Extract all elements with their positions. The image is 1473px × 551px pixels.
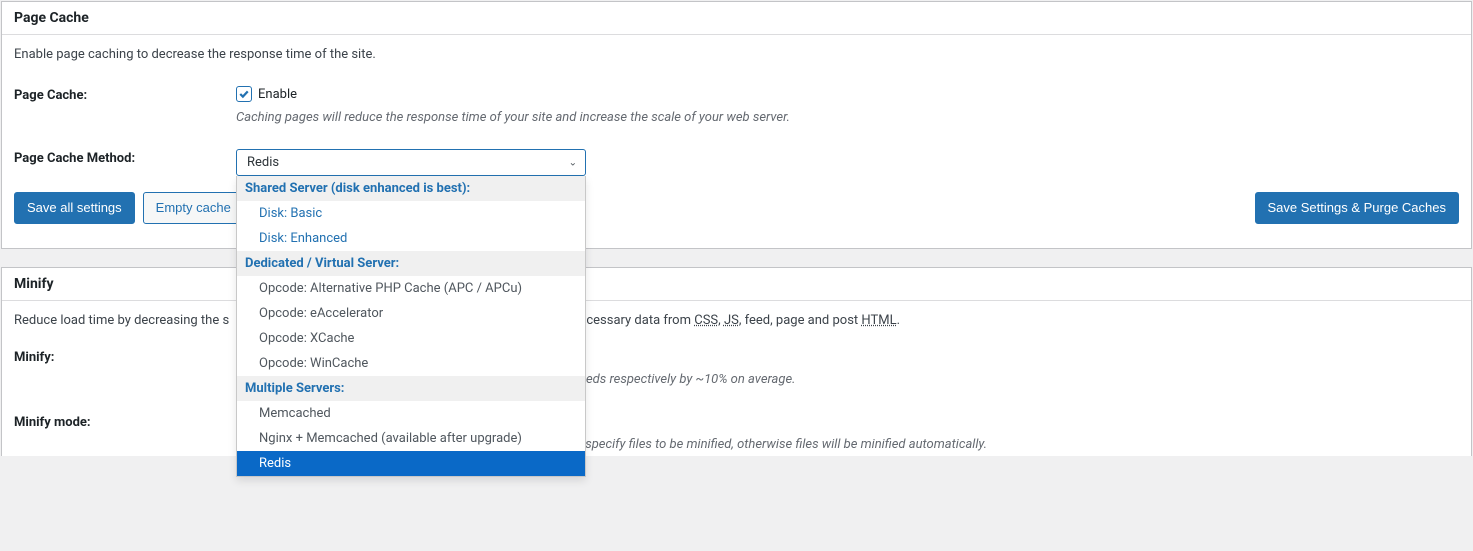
minify-partial-text: eds respectively by ~10% on average.: [586, 372, 795, 387]
dropdown-option-redis[interactable]: Redis: [237, 451, 585, 476]
page-cache-method-content: Redis ⌄ Shared Server (disk enhanced is …: [236, 149, 1459, 176]
minify-intro: Reduce load time by decreasing the s nces…: [14, 313, 1459, 328]
minify-mode-label: Minify mode:: [14, 413, 236, 452]
page-cache-enable-checkbox-label[interactable]: Enable: [258, 87, 297, 102]
empty-cache-button[interactable]: Empty cache: [143, 192, 244, 224]
minify-enable-row: Minify: eds respectively by ~10% on aver…: [14, 348, 1459, 387]
page-cache-enable-checkbox-wrap: Enable: [236, 86, 1459, 102]
minify-intro-css: CSS: [694, 313, 718, 328]
page-cache-method-dropdown: Shared Server (disk enhanced is best): D…: [236, 176, 586, 477]
page-cache-panel: Page Cache Enable page caching to decrea…: [1, 1, 1472, 249]
save-settings-purge-button[interactable]: Save Settings & Purge Caches: [1255, 192, 1460, 224]
page-cache-enable-row: Page Cache: Enable Caching pages will re…: [14, 86, 1459, 125]
page-cache-buttons-row: Save all settings Empty cache Save Setti…: [14, 192, 1459, 236]
save-all-settings-button[interactable]: Save all settings: [14, 192, 135, 224]
minify-intro-post: ncessary data from: [579, 313, 694, 328]
check-icon: [238, 88, 250, 100]
minify-header: Minify: [2, 268, 1471, 301]
dropdown-option-nginx-memcached[interactable]: Nginx + Memcached (available after upgra…: [237, 426, 585, 451]
page-cache-enable-content: Enable Caching pages will reduce the res…: [236, 86, 1459, 125]
dropdown-option-memcached[interactable]: Memcached: [237, 401, 585, 426]
page-cache-body: Enable page caching to decrease the resp…: [2, 35, 1471, 248]
page-cache-intro: Enable page caching to decrease the resp…: [14, 47, 1459, 62]
chevron-down-icon: ⌄: [569, 157, 577, 168]
page-cache-enable-checkbox[interactable]: [236, 86, 252, 102]
dropdown-option-apc[interactable]: Opcode: Alternative PHP Cache (APC / APC…: [237, 276, 585, 301]
minify-intro-sep2: , feed, page and post: [739, 313, 862, 328]
page-cache-enable-desc: Caching pages will reduce the response t…: [236, 110, 1459, 125]
dropdown-group-dedicated: Dedicated / Virtual Server:: [237, 251, 585, 276]
dropdown-group-multiple: Multiple Servers:: [237, 376, 585, 401]
minify-intro-end: .: [897, 313, 900, 328]
page-cache-buttons-left: Save all settings Empty cache: [14, 192, 244, 224]
page-cache-method-select-wrap: Redis ⌄ Shared Server (disk enhanced is …: [236, 149, 586, 176]
minify-mode-row: Minify mode: Select manual mode to use f…: [14, 413, 1459, 452]
minify-title: Minify: [14, 276, 1459, 292]
minify-intro-pre: Reduce load time by decreasing the s: [14, 313, 229, 328]
page-cache-method-row: Page Cache Method: Redis ⌄ Shared Server…: [14, 149, 1459, 176]
minify-intro-js: JS: [724, 313, 739, 328]
dropdown-option-eaccel[interactable]: Opcode: eAccelerator: [237, 301, 585, 326]
page-cache-buttons-right: Save Settings & Purge Caches: [1255, 192, 1460, 224]
page-cache-enable-label: Page Cache:: [14, 86, 236, 125]
dropdown-option-disk-basic[interactable]: Disk: Basic: [237, 201, 585, 226]
page-cache-header: Page Cache: [2, 2, 1471, 35]
page-cache-title: Page Cache: [14, 10, 1459, 26]
page-cache-method-selected-value: Redis: [247, 155, 279, 170]
minify-intro-html: HTML: [861, 313, 896, 328]
dropdown-group-shared: Shared Server (disk enhanced is best):: [237, 176, 585, 201]
minify-panel: Minify Reduce load time by decreasing th…: [1, 267, 1472, 456]
dropdown-option-wincache[interactable]: Opcode: WinCache: [237, 351, 585, 376]
dropdown-option-xcache[interactable]: Opcode: XCache: [237, 326, 585, 351]
minify-body: Reduce load time by decreasing the s nces…: [2, 301, 1471, 456]
dropdown-option-disk-enhanced[interactable]: Disk: Enhanced: [237, 226, 585, 251]
page-cache-method-label: Page Cache Method:: [14, 149, 236, 176]
page-cache-method-select[interactable]: Redis ⌄: [236, 149, 586, 176]
minify-enable-label: Minify:: [14, 348, 236, 387]
